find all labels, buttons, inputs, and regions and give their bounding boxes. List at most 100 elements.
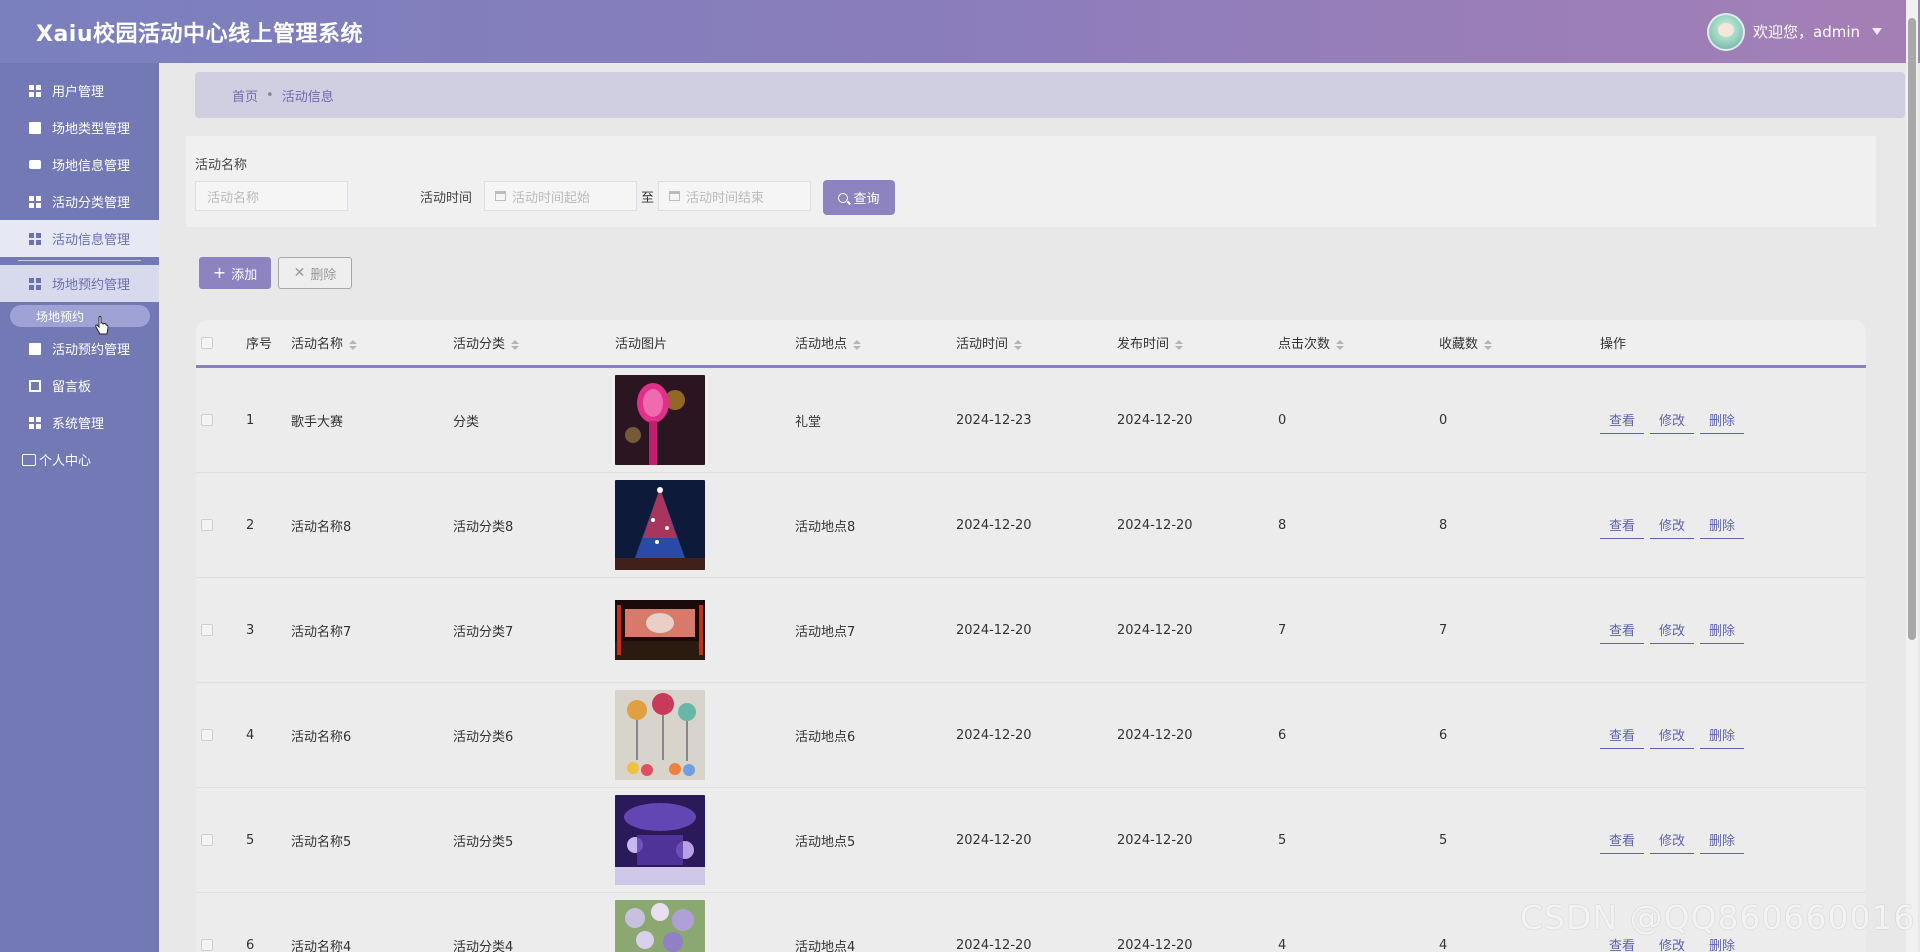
- row-location: 活动地点5: [795, 834, 856, 850]
- sidebar-item-label: 系统管理: [52, 417, 105, 432]
- sidebar-item-activity-category-management[interactable]: 活动分类管理: [0, 183, 159, 220]
- row-publish: 2024-12-20: [1117, 832, 1193, 848]
- table-header: 序号 活动名称 活动分类 活动图片 活动地点 活动时间 发布时间 点击次数 收藏…: [196, 320, 1866, 368]
- activity-time-end-input[interactable]: 活动时间结束: [658, 181, 811, 211]
- row-index: 4: [246, 727, 255, 743]
- breadcrumb: 首页 • 活动信息: [195, 72, 1905, 118]
- row-name: 活动名称4: [291, 939, 352, 952]
- row-checkbox[interactable]: [201, 834, 213, 846]
- header-ops: 操作: [1600, 337, 1627, 352]
- query-button-label: 查询: [853, 192, 880, 207]
- view-button[interactable]: 查看: [1600, 826, 1645, 854]
- sort-icon: [1336, 339, 1345, 350]
- sidebar-item-label: 个人中心: [39, 454, 92, 469]
- row-name: 活动名称8: [291, 519, 352, 535]
- row-time: 2024-12-20: [956, 937, 1032, 952]
- sidebar-subitem-venue-booking[interactable]: 场地预约: [10, 305, 150, 327]
- sidebar-item-venue-info-management[interactable]: 场地信息管理: [0, 146, 159, 183]
- welcome-text[interactable]: 欢迎您，admin: [1753, 21, 1860, 42]
- row-checkbox[interactable]: [201, 624, 213, 636]
- header-clicks[interactable]: 点击次数: [1278, 333, 1439, 352]
- sidebar-item-personal-center[interactable]: 个人中心: [0, 441, 159, 478]
- sidebar-item-activity-info-management[interactable]: 活动信息管理: [0, 220, 159, 257]
- row-index: 3: [246, 622, 255, 638]
- edit-button[interactable]: 修改: [1650, 826, 1695, 854]
- header-publish[interactable]: 发布时间: [1117, 333, 1278, 352]
- table-row: 2 活动名称8 活动分类8 活动地点8 2024-12-20 2024-12-2…: [196, 473, 1866, 578]
- delete-button[interactable]: 删除: [1700, 826, 1745, 854]
- view-button[interactable]: 查看: [1600, 616, 1645, 644]
- row-favorites: 4: [1439, 937, 1448, 952]
- activity-image[interactable]: [615, 480, 705, 570]
- row-checkbox[interactable]: [201, 414, 213, 426]
- row-index: 2: [246, 517, 255, 533]
- edit-button[interactable]: 修改: [1650, 616, 1695, 644]
- view-button[interactable]: 查看: [1600, 406, 1645, 434]
- sidebar-item-venue-booking-management[interactable]: 场地预约管理: [0, 265, 159, 302]
- watermark: CSDN @QQ860660016: [1520, 898, 1916, 937]
- page-scrollbar[interactable]: [1906, 0, 1918, 952]
- row-favorites: 8: [1439, 517, 1448, 533]
- activity-image[interactable]: [615, 375, 705, 465]
- header-time[interactable]: 活动时间: [956, 333, 1117, 352]
- query-button[interactable]: 查询: [823, 180, 895, 215]
- row-clicks: 5: [1278, 832, 1287, 848]
- caret-down-icon[interactable]: [1872, 28, 1882, 35]
- view-button[interactable]: 查看: [1600, 511, 1645, 539]
- row-category: 活动分类7: [453, 624, 514, 640]
- clipboard-icon: [29, 121, 41, 134]
- header-location[interactable]: 活动地点: [795, 333, 956, 352]
- activity-image[interactable]: [615, 900, 705, 952]
- row-checkbox[interactable]: [201, 939, 213, 951]
- delete-button[interactable]: 删除: [1700, 511, 1745, 539]
- row-ops: 查看 修改 删除: [1600, 721, 1830, 749]
- activity-image[interactable]: [615, 795, 705, 885]
- delete-button[interactable]: 删除: [1700, 721, 1745, 749]
- avatar[interactable]: [1707, 12, 1745, 51]
- row-publish: 2024-12-20: [1117, 727, 1193, 743]
- activity-time-label: 活动时间: [420, 191, 473, 206]
- activity-name-placeholder: 活动名称: [207, 190, 260, 206]
- sidebar-item-system-management[interactable]: 系统管理: [0, 404, 159, 441]
- header-favorites[interactable]: 收藏数: [1439, 333, 1600, 352]
- sort-icon: [511, 339, 520, 350]
- activity-name-input[interactable]: 活动名称: [195, 181, 348, 211]
- edit-button[interactable]: 修改: [1650, 721, 1695, 749]
- sidebar-item-venue-type-management[interactable]: 场地类型管理: [0, 109, 159, 146]
- sidebar-item-message-board[interactable]: 留言板: [0, 367, 159, 404]
- header-name[interactable]: 活动名称: [291, 333, 453, 352]
- activity-image[interactable]: [615, 585, 705, 675]
- row-location: 活动地点8: [795, 519, 856, 535]
- user-menu[interactable]: 欢迎您，admin: [1707, 12, 1882, 51]
- row-location: 礼堂: [795, 414, 822, 430]
- row-index: 5: [246, 832, 255, 848]
- row-category: 分类: [453, 414, 480, 430]
- select-all-checkbox[interactable]: [201, 336, 213, 349]
- activity-time-start-input[interactable]: 活动时间起始: [484, 181, 637, 211]
- add-button[interactable]: + 添加: [199, 257, 271, 289]
- scrollbar-thumb[interactable]: [1908, 18, 1916, 640]
- sidebar-item-activity-booking-management[interactable]: 活动预约管理: [0, 330, 159, 367]
- delete-button[interactable]: 删除: [1700, 406, 1745, 434]
- row-index: 6: [246, 937, 255, 952]
- header-category[interactable]: 活动分类: [453, 333, 615, 352]
- view-button[interactable]: 查看: [1600, 721, 1645, 749]
- delete-button[interactable]: 删除: [1700, 616, 1745, 644]
- row-category: 活动分类8: [453, 519, 514, 535]
- row-ops: 查看 修改 删除: [1600, 511, 1830, 539]
- row-checkbox[interactable]: [201, 729, 213, 741]
- row-publish: 2024-12-20: [1117, 517, 1193, 533]
- activity-image[interactable]: [615, 690, 705, 780]
- row-location: 活动地点7: [795, 624, 856, 640]
- edit-button[interactable]: 修改: [1650, 406, 1695, 434]
- row-checkbox[interactable]: [201, 519, 213, 531]
- edit-button[interactable]: 修改: [1650, 511, 1695, 539]
- start-placeholder: 活动时间起始: [512, 190, 591, 206]
- breadcrumb-home[interactable]: 首页: [232, 86, 258, 105]
- grid-icon: [29, 416, 41, 429]
- row-time: 2024-12-20: [956, 622, 1032, 638]
- row-name: 活动名称6: [291, 729, 352, 745]
- top-header: Xaiu校园活动中心线上管理系统 欢迎您，admin: [0, 0, 1920, 63]
- batch-delete-button[interactable]: ✕ 删除: [278, 257, 352, 289]
- sidebar-item-user-management[interactable]: 用户管理: [0, 72, 159, 109]
